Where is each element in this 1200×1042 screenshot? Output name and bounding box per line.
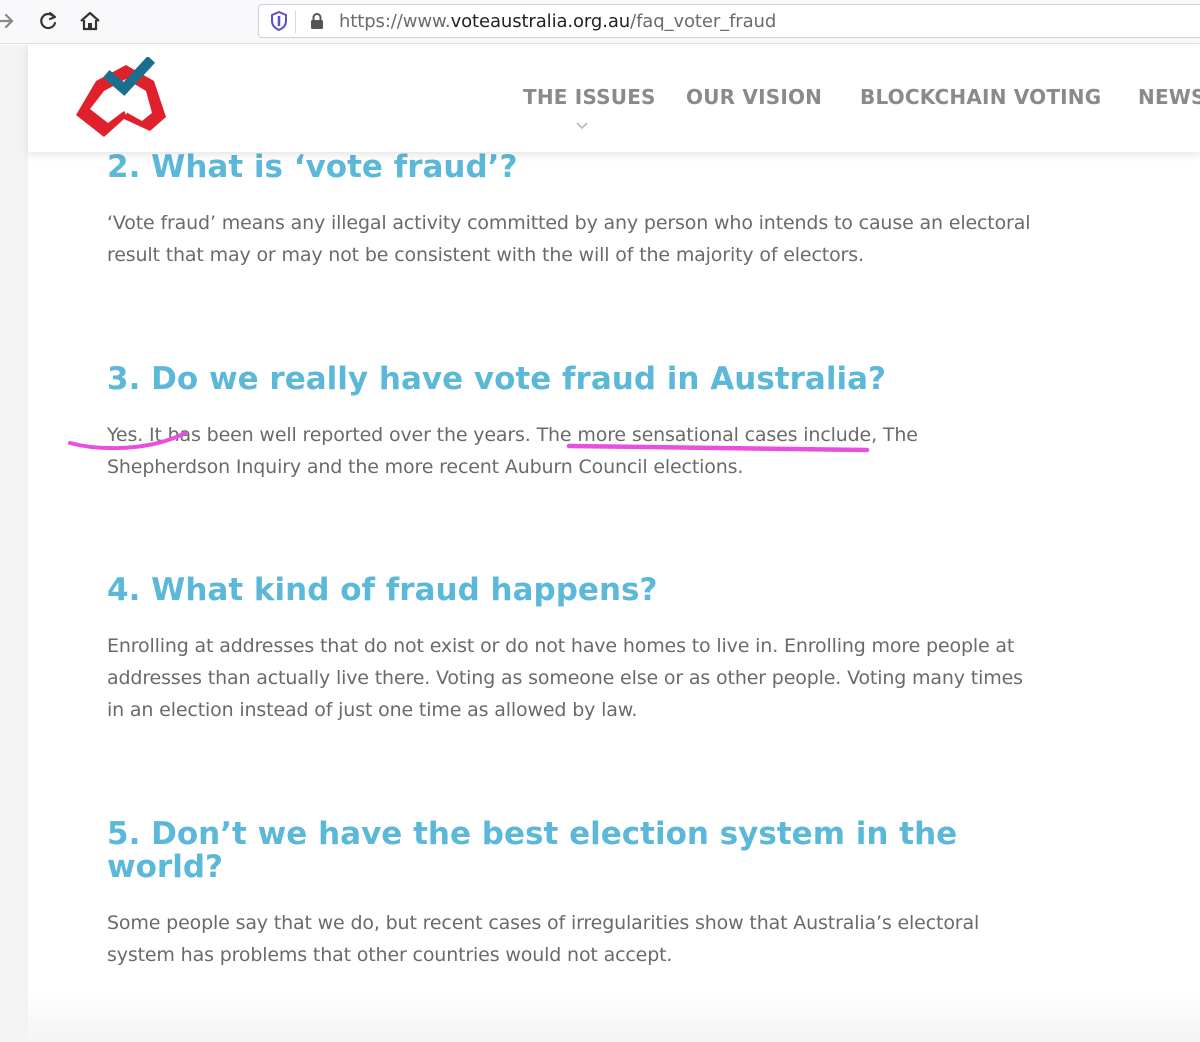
- nav-our-vision[interactable]: OUR VISION: [686, 85, 822, 109]
- faq-answer-4-line-2: addresses than actually live there. Voti…: [107, 667, 1023, 689]
- faq-question-5-line-1: 5. Don’t we have the best election syste…: [107, 816, 958, 852]
- faq-answer-2-line-1: ‘Vote fraud’ means any illegal activity …: [107, 212, 1031, 234]
- nav-blockchain-voting[interactable]: BLOCKCHAIN VOTING: [860, 85, 1101, 109]
- faq-answer-5-line-1: Some people say that we do, but recent c…: [107, 912, 980, 934]
- nav-the-issues[interactable]: THE ISSUES: [523, 85, 656, 109]
- url-text[interactable]: https://www.voteaustralia.org.au/faq_vot…: [339, 11, 776, 32]
- nav-news[interactable]: NEWS: [1138, 85, 1200, 109]
- url-prefix: https://www.: [339, 11, 451, 32]
- forward-arrow-icon[interactable]: [0, 8, 20, 34]
- browser-toolbar: https://www.voteaustralia.org.au/faq_vot…: [0, 0, 1200, 44]
- faq-answer-2-line-2: result that may or may not be consistent…: [107, 244, 864, 266]
- chevron-down-icon[interactable]: [575, 119, 589, 133]
- faq-question-5-line-2: world?: [107, 849, 224, 885]
- faq-question-2: 2. What is ‘vote fraud’?: [107, 149, 518, 185]
- faq-question-3: 3. Do we really have vote fraud in Austr…: [107, 361, 886, 397]
- faq-answer-5-line-2: system has problems that other countries…: [107, 944, 673, 966]
- reload-icon[interactable]: [34, 8, 62, 34]
- faq-answer-3-line-1: Yes. It has been well reported over the …: [107, 424, 918, 446]
- lock-icon[interactable]: [303, 8, 331, 34]
- url-path: /faq_voter_fraud: [630, 11, 777, 32]
- site-header: THE ISSUES OUR VISION BLOCKCHAIN VOTING …: [28, 45, 1200, 152]
- vote-australia-logo[interactable]: [66, 55, 176, 145]
- faq-answer-3-line-2: Shepherdson Inquiry and the more recent …: [107, 456, 744, 478]
- address-bar[interactable]: https://www.voteaustralia.org.au/faq_vot…: [258, 4, 1200, 38]
- address-divider: [295, 11, 296, 33]
- home-icon[interactable]: [76, 8, 104, 34]
- bottom-fade: [28, 990, 1200, 1042]
- faq-question-4: 4. What kind of fraud happens?: [107, 572, 658, 608]
- page-body: [28, 45, 1200, 1042]
- faq-answer-4-line-3: in an election instead of just one time …: [107, 699, 638, 721]
- tracking-shield-icon[interactable]: [265, 8, 293, 34]
- url-domain: voteaustralia.org.au: [450, 11, 631, 32]
- page-gutter: [0, 45, 28, 1042]
- faq-answer-4-line-1: Enrolling at addresses that do not exist…: [107, 635, 1015, 657]
